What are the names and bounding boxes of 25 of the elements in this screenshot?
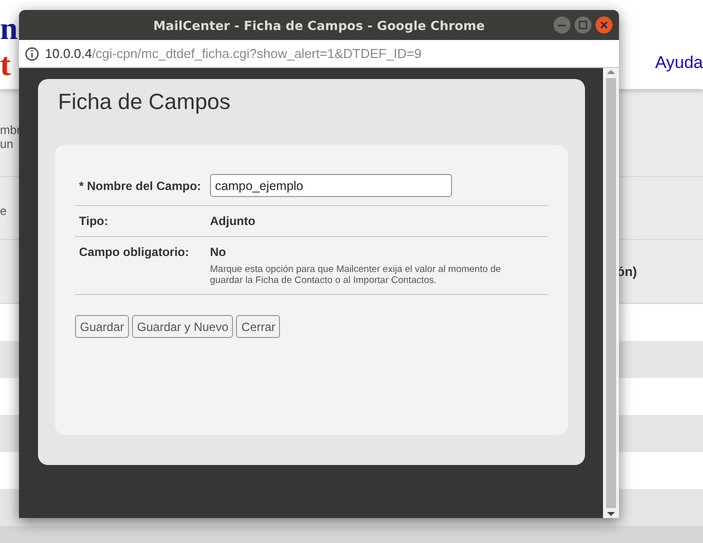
page-text: un: [0, 136, 14, 150]
field-value: No: [210, 244, 227, 259]
logo-letters: n: [0, 10, 18, 46]
minimize-icon[interactable]: [553, 16, 571, 34]
form-button[interactable]: Guardar: [75, 315, 130, 338]
field-label: * Nombre del Campo:: [79, 178, 202, 195]
logo-letters: t: [0, 46, 11, 82]
form-button[interactable]: Guardar y Nuevo: [132, 315, 234, 338]
window-title: MailCenter - Ficha de Campos - Google Chrome: [153, 18, 485, 32]
form-button[interactable]: Cerrar: [236, 315, 280, 338]
close-icon[interactable]: [595, 16, 613, 34]
field-value: Adjunto: [210, 213, 256, 228]
name-field[interactable]: campo_ejemplo: [210, 174, 452, 197]
field-label: Tipo:: [79, 213, 110, 228]
field-label: Campo obligatorio:: [79, 244, 190, 261]
page-text: mbr: [0, 122, 21, 136]
maximize-icon[interactable]: [574, 16, 592, 34]
help-text: Marque esta opción para que Mailcenter exija el valor al momento de guardar la Ficha de Contacto o al Importar Contactos.: [210, 264, 502, 286]
url-text[interactable]: 10.0.0.4/cgi-cpn/mc_dtdef_ficha.cgi?show_alert=1&DTDEF_ID=9: [45, 46, 422, 61]
scroll-down-icon[interactable]: [606, 510, 616, 518]
info-icon[interactable]: [25, 46, 39, 60]
form-title: Ficha de Campos: [58, 89, 232, 115]
page-text: e: [0, 204, 7, 218]
menu-link[interactable]: Ayuda: [655, 53, 703, 73]
scrollbar[interactable]: [603, 68, 619, 518]
